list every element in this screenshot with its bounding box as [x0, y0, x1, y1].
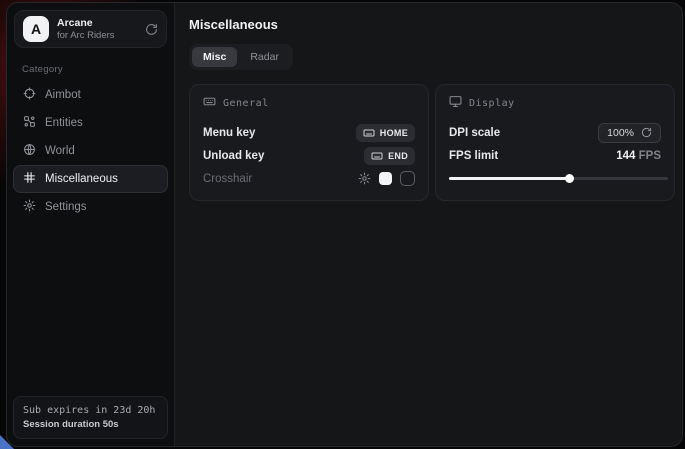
dpi-scale-row: DPI scale 100% [449, 121, 661, 144]
slider-fill [449, 177, 569, 180]
sidebar-item-settings[interactable]: Settings [13, 193, 168, 221]
session-duration-text: Session duration 50s [23, 418, 158, 431]
fps-limit-row: FPS limit 144 FPS [449, 144, 661, 167]
fps-number: 144 [616, 150, 635, 162]
tab-bar: Misc Radar [189, 44, 293, 70]
crosshair-checkbox[interactable] [400, 171, 415, 186]
dpi-scale-label: DPI scale [449, 127, 500, 139]
sidebar-item-label: Settings [45, 201, 87, 213]
profile-card[interactable]: A Arcane for Arc Riders [14, 10, 167, 48]
profile-text: Arcane for Arc Riders [57, 17, 137, 42]
unload-key-value: END [388, 151, 408, 161]
crosshair-color-swatch[interactable] [379, 172, 392, 185]
sidebar-item-label: Miscellaneous [45, 173, 118, 185]
sidebar-item-world[interactable]: World [13, 137, 168, 165]
globe-icon [23, 143, 36, 159]
grid-icon [23, 171, 36, 187]
app-logo: A [23, 16, 49, 42]
sidebar-item-label: Aimbot [45, 89, 81, 101]
dpi-scale-select[interactable]: 100% [598, 123, 661, 143]
menu-key-button[interactable]: HOME [356, 124, 415, 142]
tab-radar[interactable]: Radar [239, 47, 290, 67]
gear-icon [23, 199, 36, 215]
general-panel-header: General [203, 95, 415, 111]
main-content: Miscellaneous Misc Radar General Menu ke… [175, 3, 682, 446]
entities-icon [23, 115, 36, 131]
crosshair-row: Crosshair [203, 167, 415, 190]
general-panel: General Menu key HOME Unload key [189, 84, 429, 201]
sidebar-item-label: World [45, 145, 75, 157]
dpi-scale-value: 100% [607, 127, 634, 139]
crosshair-settings-gear-icon[interactable] [358, 172, 371, 185]
keyboard-icon [203, 95, 216, 111]
sidebar-item-aimbot[interactable]: Aimbot [13, 81, 168, 109]
unload-key-row: Unload key END [203, 144, 415, 167]
refresh-icon [641, 127, 652, 138]
fps-limit-label: FPS limit [449, 150, 498, 162]
app-subtitle: for Arc Riders [57, 30, 137, 42]
sync-icon[interactable] [145, 23, 158, 36]
display-panel: Display DPI scale 100% FPS limit 144 [435, 84, 675, 201]
sidebar-item-label: Entities [45, 117, 83, 129]
crosshair-controls [358, 171, 415, 186]
app-name: Arcane [57, 17, 137, 30]
tab-misc[interactable]: Misc [192, 47, 237, 67]
fps-unit: FPS [639, 150, 661, 162]
crosshair-icon [23, 87, 36, 103]
sidebar-item-entities[interactable]: Entities [13, 109, 168, 137]
sidebar-spacer [7, 221, 174, 396]
keyboard-icon [371, 150, 383, 162]
subscription-card: Sub expires in 23d 20h Session duration … [13, 396, 168, 439]
sidebar-nav: Aimbot Entities World [7, 81, 174, 221]
display-panel-title: Display [469, 98, 515, 109]
menu-key-value: HOME [380, 128, 408, 138]
fps-limit-slider[interactable] [449, 173, 668, 183]
sidebar-item-miscellaneous[interactable]: Miscellaneous [13, 165, 168, 193]
fps-limit-value: 144 FPS [616, 150, 661, 162]
crosshair-label: Crosshair [203, 173, 252, 185]
sub-expiry-text: Sub expires in 23d 20h [23, 404, 158, 418]
app-window: A Arcane for Arc Riders Category Aimbot [6, 2, 683, 447]
sidebar: A Arcane for Arc Riders Category Aimbot [7, 3, 175, 446]
category-label: Category [22, 64, 174, 75]
unload-key-button[interactable]: END [364, 147, 415, 165]
menu-key-row: Menu key HOME [203, 121, 415, 144]
keyboard-icon [363, 127, 375, 139]
display-panel-header: Display [449, 95, 661, 111]
general-panel-title: General [223, 98, 269, 109]
page-title: Miscellaneous [189, 17, 682, 32]
slider-thumb[interactable] [565, 174, 574, 183]
panels-row: General Menu key HOME Unload key [189, 84, 682, 201]
menu-key-label: Menu key [203, 127, 255, 139]
monitor-icon [449, 95, 462, 111]
unload-key-label: Unload key [203, 150, 264, 162]
